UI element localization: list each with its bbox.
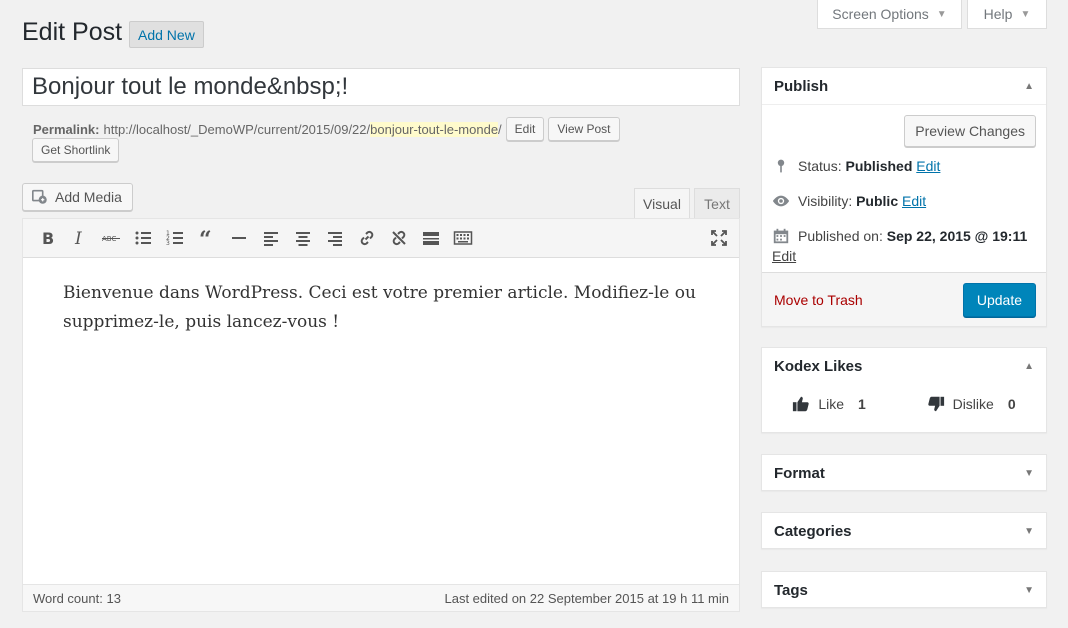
word-count: Word count: 13	[33, 590, 121, 606]
editor-statusbar: Word count: 13 Last edited on 22 Septemb…	[23, 584, 739, 611]
permalink-label: Permalink:	[33, 121, 100, 137]
help-label: Help	[983, 6, 1013, 22]
kodex-likes-title: Kodex Likes	[774, 357, 863, 375]
format-title: Format	[774, 464, 825, 482]
post-editor: B I ABC 123 “ Bienvenue dans WordPress. …	[22, 218, 740, 612]
bulleted-list-icon[interactable]	[127, 223, 159, 253]
permalink-trailing: /	[498, 121, 502, 137]
publish-box-header[interactable]: Publish ▲	[762, 68, 1046, 105]
align-center-icon[interactable]	[287, 223, 319, 253]
add-media-button[interactable]: Add Media	[22, 183, 133, 211]
dislike-label: Dislike	[952, 396, 994, 412]
remove-link-icon[interactable]	[383, 223, 415, 253]
format-box[interactable]: Format ▼	[761, 454, 1047, 491]
tags-box[interactable]: Tags ▼	[761, 571, 1047, 608]
insert-link-icon[interactable]	[351, 223, 383, 253]
edit-permalink-button[interactable]: Edit	[505, 117, 545, 141]
dislike-button[interactable]: Dislike 0	[927, 395, 1016, 413]
screen-options-label: Screen Options	[832, 6, 929, 22]
chevron-down-icon: ▼	[1020, 8, 1031, 20]
tab-visual[interactable]: Visual	[634, 188, 690, 218]
kodex-likes-box: Kodex Likes ▲ Like 1 Dislike 0	[761, 347, 1047, 433]
permalink-base: http://localhost/_DemoWP/current/2015/09…	[103, 121, 371, 137]
media-icon	[31, 188, 49, 206]
view-post-button[interactable]: View Post	[548, 117, 620, 141]
fullscreen-icon[interactable]	[703, 223, 735, 253]
visibility-row: Visibility: Public Edit	[772, 192, 926, 210]
align-right-icon[interactable]	[319, 223, 351, 253]
permalink-row: Permalink: http://localhost/_DemoWP/curr…	[33, 117, 620, 141]
published-on-edit-link[interactable]: Edit	[772, 248, 796, 264]
expand-icon[interactable]: ▼	[1024, 585, 1034, 596]
collapse-icon[interactable]: ▲	[1024, 81, 1034, 92]
pin-icon	[772, 157, 790, 175]
svg-text:3: 3	[166, 240, 170, 247]
chevron-down-icon: ▼	[936, 8, 947, 20]
calendar-icon	[772, 227, 790, 245]
thumbs-up-icon	[792, 395, 810, 413]
tab-text[interactable]: Text	[694, 188, 740, 218]
get-shortlink-button[interactable]: Get Shortlink	[32, 138, 120, 162]
read-more-icon[interactable]	[415, 223, 447, 253]
visibility-edit-link[interactable]: Edit	[902, 193, 926, 209]
publish-title: Publish	[774, 77, 829, 95]
categories-header[interactable]: Categories ▼	[762, 513, 1046, 549]
publish-actions: Move to Trash Update	[762, 272, 1046, 326]
publish-box: Publish ▲ Preview Changes Status: Publis…	[761, 67, 1047, 327]
thumbs-down-icon	[927, 395, 945, 413]
expand-icon[interactable]: ▼	[1024, 468, 1034, 479]
expand-icon[interactable]: ▼	[1024, 526, 1034, 537]
add-new-button[interactable]: Add New	[129, 21, 204, 48]
eye-icon	[772, 192, 790, 210]
strikethrough-icon[interactable]: ABC	[95, 223, 127, 253]
published-on-label: Published on:	[798, 228, 883, 244]
post-title-input[interactable]: Bonjour tout le monde&nbsp;!	[22, 68, 740, 106]
status-label: Status:	[798, 158, 842, 174]
move-to-trash-link[interactable]: Move to Trash	[774, 292, 863, 308]
collapse-icon[interactable]: ▲	[1024, 361, 1034, 372]
status-row: Status: Published Edit	[772, 157, 940, 175]
screen-options-tab[interactable]: Screen Options ▼	[817, 0, 962, 29]
visibility-label: Visibility:	[798, 193, 853, 209]
update-button[interactable]: Update	[962, 282, 1036, 317]
bold-icon[interactable]: B	[31, 223, 63, 253]
format-header[interactable]: Format ▼	[762, 455, 1046, 491]
kodex-likes-header[interactable]: Kodex Likes ▲	[762, 348, 1046, 384]
like-button[interactable]: Like 1	[792, 395, 866, 413]
align-left-icon[interactable]	[255, 223, 287, 253]
categories-box[interactable]: Categories ▼	[761, 512, 1047, 549]
help-tab[interactable]: Help ▼	[967, 0, 1047, 29]
published-on-value: Sep 22, 2015 @ 19:11	[886, 228, 1028, 244]
like-label: Like	[818, 396, 845, 412]
editor-content[interactable]: Bienvenue dans WordPress. Ceci est votre…	[63, 279, 699, 337]
visibility-value: Public	[856, 193, 899, 209]
dislike-count: 0	[1007, 396, 1016, 412]
svg-text:I: I	[74, 229, 82, 248]
toolbar-toggle-icon[interactable]	[447, 223, 479, 253]
status-edit-link[interactable]: Edit	[916, 158, 940, 174]
published-on-row: Published on: Sep 22, 2015 @ 19:11	[772, 227, 1027, 245]
categories-title: Categories	[774, 522, 852, 540]
horizontal-line-icon[interactable]	[223, 223, 255, 253]
preview-changes-button[interactable]: Preview Changes	[904, 115, 1036, 147]
svg-text:B: B	[42, 229, 54, 248]
tags-title: Tags	[774, 581, 808, 599]
page-title: Edit Post	[22, 18, 123, 46]
blockquote-icon[interactable]: “	[191, 223, 223, 253]
svg-text:“: “	[199, 228, 212, 248]
tags-header[interactable]: Tags ▼	[762, 572, 1046, 608]
italic-icon[interactable]: I	[63, 223, 95, 253]
status-value: Published	[845, 158, 913, 174]
numbered-list-icon[interactable]: 123	[159, 223, 191, 253]
last-edited: Last edited on 22 September 2015 at 19 h…	[444, 590, 729, 606]
likes-row: Like 1 Dislike 0	[762, 384, 1046, 424]
add-media-label: Add Media	[55, 189, 122, 205]
editor-toolbar: B I ABC 123 “	[23, 219, 739, 258]
permalink-slug[interactable]: bonjour-tout-le-monde	[370, 121, 499, 137]
like-count: 1	[858, 396, 866, 412]
